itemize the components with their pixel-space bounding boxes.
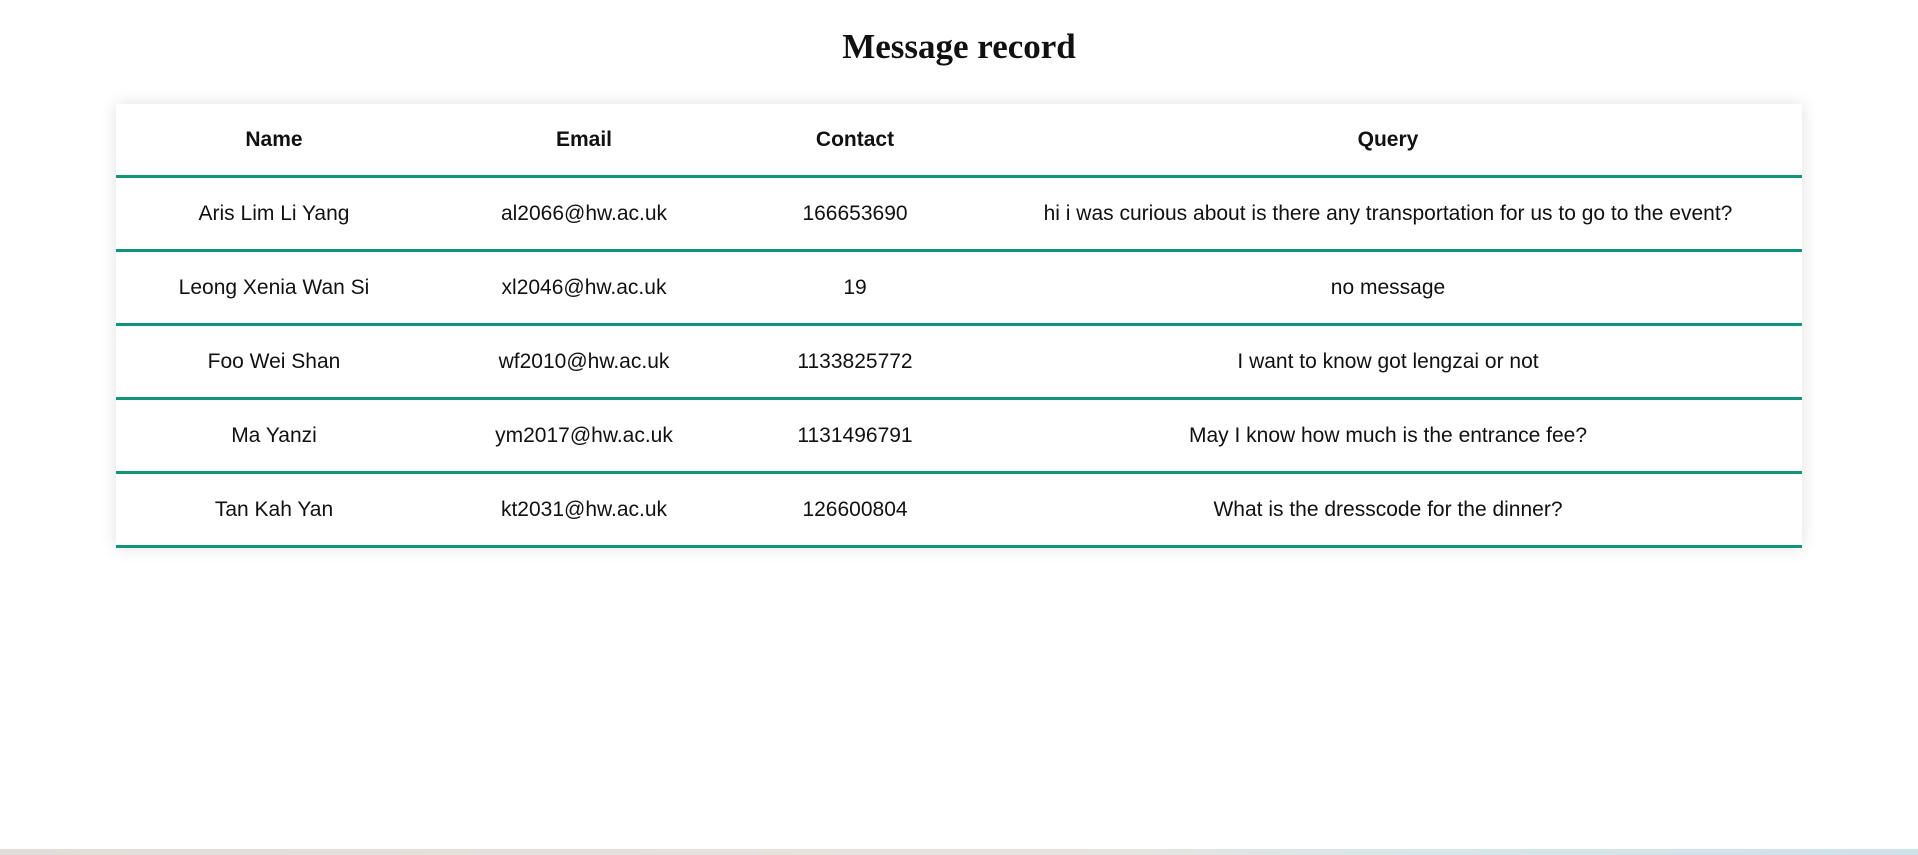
cell-contact: 1133825772 (736, 324, 974, 400)
cell-contact: 126600804 (736, 472, 974, 548)
column-header-contact: Contact (736, 104, 974, 178)
window-bottom-edge (0, 849, 1918, 855)
cell-email: al2066@hw.ac.uk (432, 176, 736, 252)
table-row: Aris Lim Li Yang al2066@hw.ac.uk 1666536… (116, 176, 1802, 252)
cell-query: hi i was curious about is there any tran… (974, 176, 1802, 252)
cell-email: wf2010@hw.ac.uk (432, 324, 736, 400)
cell-query: What is the dresscode for the dinner? (974, 472, 1802, 548)
message-table-card: Name Email Contact Query Aris Lim Li Yan… (116, 104, 1802, 548)
column-header-name: Name (116, 104, 432, 178)
cell-contact: 166653690 (736, 176, 974, 252)
cell-contact: 19 (736, 250, 974, 326)
cell-email: xl2046@hw.ac.uk (432, 250, 736, 326)
table-row: Foo Wei Shan wf2010@hw.ac.uk 1133825772 … (116, 324, 1802, 400)
cell-name: Leong Xenia Wan Si (116, 250, 432, 326)
cell-email: kt2031@hw.ac.uk (432, 472, 736, 548)
cell-name: Ma Yanzi (116, 398, 432, 474)
cell-query: May I know how much is the entrance fee? (974, 398, 1802, 474)
cell-name: Foo Wei Shan (116, 324, 432, 400)
cell-email: ym2017@hw.ac.uk (432, 398, 736, 474)
table-row: Ma Yanzi ym2017@hw.ac.uk 1131496791 May … (116, 398, 1802, 474)
table-row: Leong Xenia Wan Si xl2046@hw.ac.uk 19 no… (116, 250, 1802, 326)
page-title: Message record (842, 27, 1076, 66)
message-table: Name Email Contact Query Aris Lim Li Yan… (116, 104, 1802, 548)
table-row: Tan Kah Yan kt2031@hw.ac.uk 126600804 Wh… (116, 472, 1802, 548)
cell-name: Tan Kah Yan (116, 472, 432, 548)
cell-name: Aris Lim Li Yang (116, 176, 432, 252)
table-header-row: Name Email Contact Query (116, 104, 1802, 178)
cell-query: I want to know got lengzai or not (974, 324, 1802, 400)
column-header-query: Query (974, 104, 1802, 178)
cell-query: no message (974, 250, 1802, 326)
column-header-email: Email (432, 104, 736, 178)
cell-contact: 1131496791 (736, 398, 974, 474)
